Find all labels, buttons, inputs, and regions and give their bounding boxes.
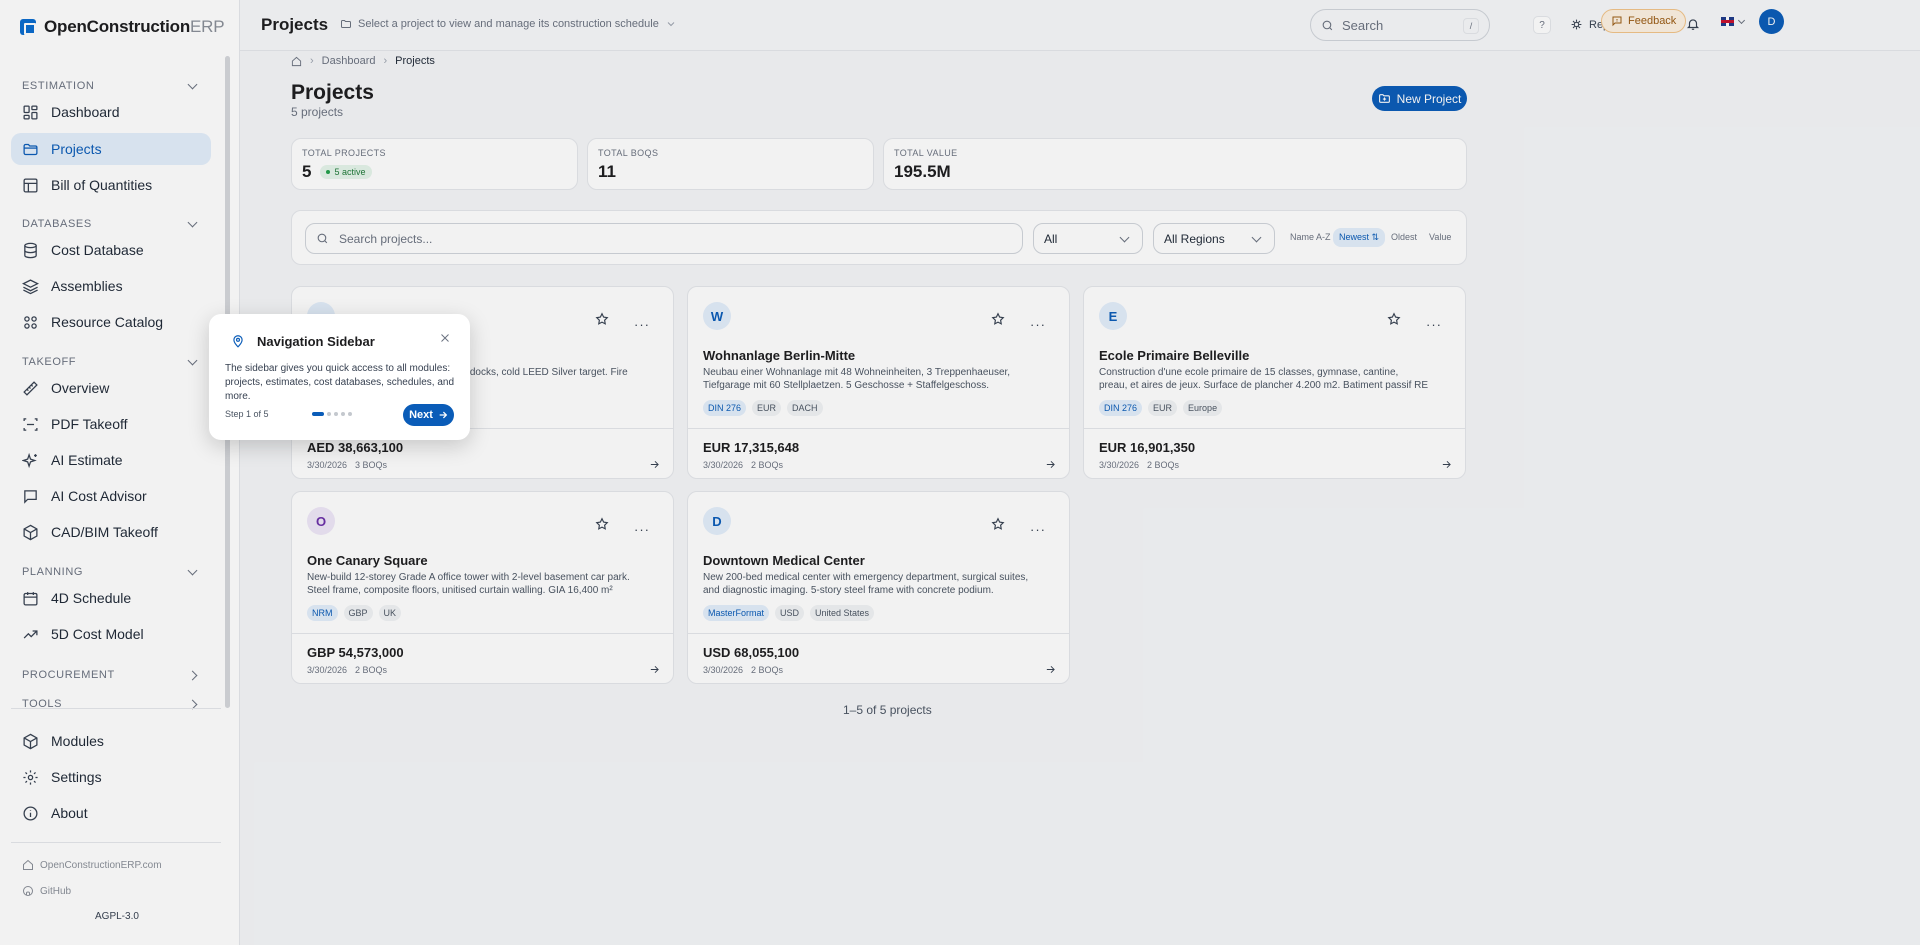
tour-dot[interactable] (341, 412, 345, 416)
tour-dot[interactable] (334, 412, 338, 416)
map-pin-icon (233, 335, 243, 348)
tour-progress-dots (312, 412, 352, 416)
tour-overlay (0, 0, 1920, 945)
arrow-right-icon (439, 411, 448, 419)
next-label: Next (409, 409, 433, 421)
tour-text: The sidebar gives you quick access to al… (225, 363, 455, 402)
tour-dot[interactable] (312, 412, 324, 416)
tour-popover: Navigation Sidebar The sidebar gives you… (209, 314, 470, 440)
tour-dot[interactable] (327, 412, 331, 416)
tour-step-label: Step 1 of 5 (225, 409, 269, 419)
tour-dot[interactable] (348, 412, 352, 416)
tour-title: Navigation Sidebar (257, 334, 375, 349)
close-icon[interactable] (439, 332, 451, 344)
tour-next-button[interactable]: Next (403, 404, 454, 426)
